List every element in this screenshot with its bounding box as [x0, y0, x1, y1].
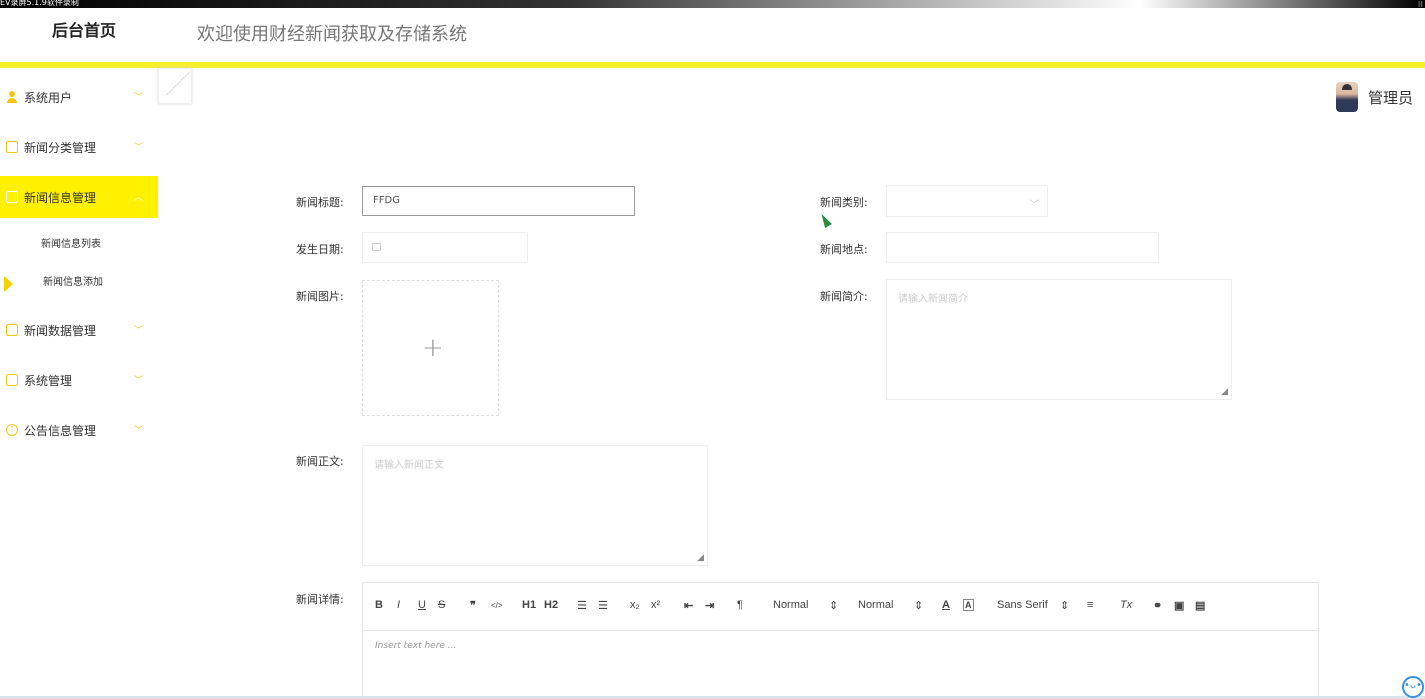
sidebar-item-label: 公告信息管理 [24, 423, 97, 438]
sort-icon: ⇕ [914, 600, 924, 612]
font-color-button[interactable]: A [942, 599, 950, 611]
header-select[interactable]: Normal [858, 599, 893, 611]
location-label: 新闻地点: [820, 243, 868, 256]
sort-icon: ⇕ [1060, 600, 1070, 612]
location-input[interactable] [886, 232, 1159, 263]
assistant-icon[interactable]: •ᴗ• [1402, 676, 1424, 698]
chevron-down-icon: ﹀ [134, 93, 144, 103]
header-divider [0, 62, 1425, 68]
date-picker[interactable] [362, 232, 528, 263]
sidebar-item-label: 新闻数据管理 [24, 323, 97, 338]
text-direction-button[interactable]: ¶ [737, 599, 743, 611]
ordered-list-icon[interactable]: ☰ [577, 599, 587, 612]
editor-toolbar: B I U S ❞ </> H1 H2 ☰ ☰ x₂ x² ⇤ ⇥ ¶ Norm… [363, 583, 1318, 631]
mouse-cursor-icon [818, 211, 832, 229]
sidebar-item-label: 新闻分类管理 [24, 140, 97, 155]
h1-button[interactable]: H1 [522, 599, 536, 611]
superscript-button[interactable]: x² [651, 599, 660, 611]
summary-textarea[interactable]: 请输入新闻简介 ◢ [886, 279, 1232, 400]
chevron-down-icon: ﹀ [134, 326, 144, 336]
summary-label: 新闻简介: [820, 290, 868, 303]
chevron-down-icon: ﹀ [1029, 200, 1039, 211]
sidebar-item-news-category[interactable]: 新闻分类管理 ﹀ [0, 126, 158, 168]
clear-format-button[interactable]: Tx [1120, 599, 1132, 611]
submenu-news-list[interactable]: 新闻信息列表 [0, 228, 158, 262]
title-input[interactable]: FFDG [362, 186, 635, 216]
sidebar-item-news-info[interactable]: 新闻信息管理 ︿ [0, 176, 158, 218]
underline-button[interactable]: U [418, 599, 426, 611]
image-label: 新闻图片: [296, 290, 344, 303]
detail-label: 新闻详情: [296, 593, 344, 606]
sidebar-item-users[interactable]: 系统用户 ﹀ [0, 76, 158, 118]
sidebar: 系统用户 ﹀ 新闻分类管理 ﹀ 新闻信息管理 ︿ 新闻信息列表 新闻信息添加 新… [0, 68, 158, 699]
recorder-title: EV录屏5.1.9软件录制 [0, 0, 79, 7]
edit-icon [6, 191, 18, 203]
submenu-news-add[interactable]: 新闻信息添加 [0, 266, 158, 300]
sidebar-item-news-data[interactable]: 新闻数据管理 ﹀ [0, 309, 158, 351]
align-icon[interactable]: ≡ [1087, 599, 1093, 611]
sidebar-item-label: 新闻信息管理 [24, 190, 97, 205]
image-icon [6, 374, 18, 386]
recorder-bar: EV录屏5.1.9软件录制 ⁝⁝ [0, 0, 1425, 9]
font-select[interactable]: Sans Serif [997, 599, 1048, 611]
strike-button[interactable]: S [438, 599, 445, 611]
category-select[interactable]: ﹀ [886, 185, 1048, 217]
editor-placeholder: Insert text here ... [375, 641, 457, 651]
user-name: 管理员 [1368, 88, 1414, 107]
home-link[interactable]: 后台首页 [0, 8, 168, 62]
sidebar-item-system[interactable]: 系统管理 ﹀ [0, 359, 158, 401]
body-placeholder: 请输入新闻正文 [374, 460, 444, 471]
sidebar-item-label: 系统用户 [24, 90, 73, 105]
body-textarea[interactable]: 请输入新闻正文 ◢ [362, 445, 708, 566]
link-icon[interactable]: ⚭ [1153, 599, 1162, 612]
sidebar-item-notice[interactable]: ! 公告信息管理 ﹀ [0, 409, 158, 451]
chevron-down-icon: ﹀ [134, 143, 144, 153]
code-button[interactable]: </> [491, 601, 503, 610]
bold-button[interactable]: B [375, 599, 383, 611]
edit-icon [6, 141, 18, 153]
italic-button[interactable]: I [397, 599, 400, 611]
image-icon[interactable]: ▣ [1174, 599, 1184, 612]
top-header: 后台首页 欢迎使用财经新闻获取及存储系统 [0, 8, 1425, 62]
indent-icon[interactable]: ⇥ [705, 599, 714, 612]
image-upload[interactable]: + [362, 280, 499, 416]
current-marker-icon [4, 276, 13, 292]
avatar [1336, 82, 1358, 112]
video-icon[interactable]: ▤ [1195, 599, 1205, 612]
user-menu[interactable]: 管理员 [1336, 82, 1413, 112]
edit-icon [6, 324, 18, 336]
subscript-button[interactable]: x₂ [630, 599, 640, 611]
calendar-icon [372, 243, 381, 251]
sort-icon: ⇕ [829, 600, 839, 612]
user-icon [6, 91, 18, 103]
blockquote-button[interactable]: ❞ [470, 599, 476, 612]
body-label: 新闻正文: [296, 455, 344, 468]
background-color-button[interactable]: A [963, 599, 974, 611]
collapse-sidebar-button[interactable] [158, 68, 192, 104]
page-title: 欢迎使用财经新闻获取及存储系统 [197, 24, 467, 45]
rich-text-editor[interactable]: B I U S ❞ </> H1 H2 ☰ ☰ x₂ x² ⇤ ⇥ ¶ Norm… [362, 582, 1319, 699]
submenu-label: 新闻信息添加 [43, 277, 103, 288]
info-icon: ! [6, 424, 18, 436]
h2-button[interactable]: H2 [544, 599, 558, 611]
title-label: 新闻标题: [296, 196, 344, 209]
chevron-down-icon: ﹀ [134, 376, 144, 386]
category-label: 新闻类别: [820, 196, 868, 209]
sidebar-item-label: 系统管理 [24, 373, 73, 388]
bullet-list-icon[interactable]: ☰ [598, 599, 608, 612]
resize-handle-icon[interactable]: ◢ [1221, 387, 1228, 397]
resize-handle-icon[interactable]: ◢ [697, 553, 704, 563]
plus-icon: + [422, 333, 444, 363]
summary-placeholder: 请输入新闻简介 [898, 294, 968, 305]
date-label: 发生日期: [296, 243, 344, 256]
size-select[interactable]: Normal [773, 599, 808, 611]
outdent-icon[interactable]: ⇤ [684, 599, 693, 612]
chevron-down-icon: ﹀ [134, 426, 144, 436]
chevron-up-icon: ︿ [134, 193, 144, 203]
